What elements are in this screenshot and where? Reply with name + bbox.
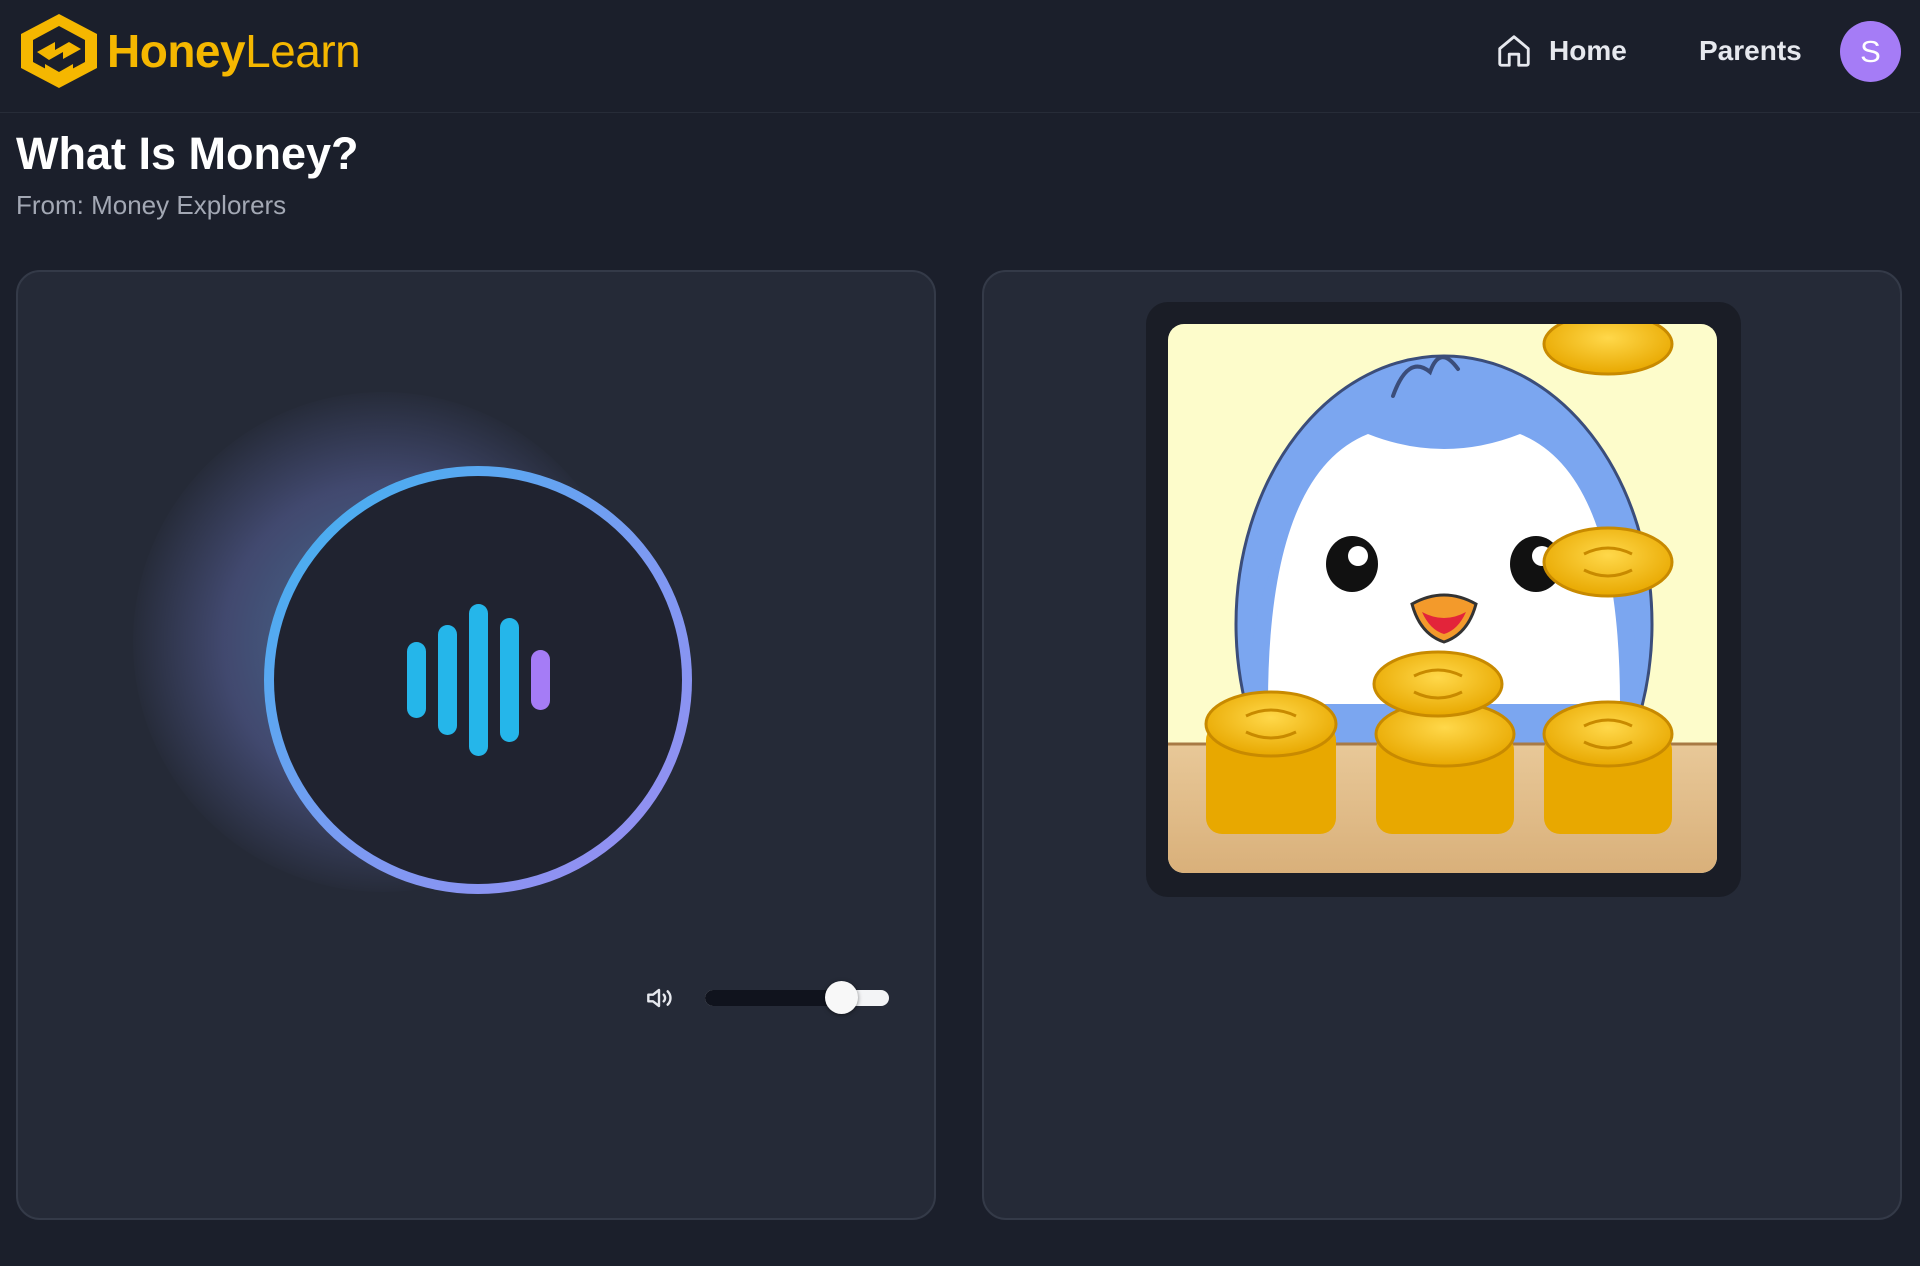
- illustration-frame: [1146, 302, 1741, 897]
- illustration-card: [982, 270, 1902, 1220]
- waveform-bar: [468, 604, 488, 756]
- play-audio-button[interactable]: [264, 466, 692, 894]
- waveform-bar: [530, 650, 550, 710]
- volume-slider-fill: [705, 990, 842, 1006]
- speaker-icon[interactable]: [643, 982, 675, 1014]
- waveform-bar: [437, 625, 457, 735]
- play-button-inner: [274, 476, 682, 884]
- volume-slider[interactable]: [705, 981, 889, 1014]
- volume-control: [643, 981, 889, 1014]
- user-avatar[interactable]: S: [1840, 21, 1901, 82]
- audio-player-card: [16, 270, 936, 1220]
- page-subtitle: From: Money Explorers: [16, 190, 287, 220]
- logo-text-learn: Learn: [245, 25, 361, 77]
- logo-text-honey: Honey: [107, 25, 246, 77]
- house-icon: [1498, 35, 1530, 67]
- waveform-bar: [406, 642, 426, 718]
- nav-home-label: Home: [1549, 35, 1627, 66]
- nav-parents-label: Parents: [1699, 35, 1802, 66]
- audio-waveform-icon: [406, 604, 550, 756]
- logo-wordmark: HoneyLearn: [107, 25, 361, 77]
- top-navigation-bar: HoneyLearn Home Parents S: [0, 0, 1920, 113]
- waveform-bar: [499, 618, 519, 742]
- nav-parents-link[interactable]: Parents: [1699, 0, 1802, 102]
- penguin-with-coins-illustration: [1168, 324, 1717, 873]
- volume-slider-thumb[interactable]: [825, 981, 859, 1014]
- nav-home-link[interactable]: Home: [1495, 0, 1627, 102]
- honeylearn-logo[interactable]: HoneyLearn: [15, 12, 361, 90]
- page-title: What Is Money?: [16, 128, 359, 179]
- honeycomb-logo-icon: [21, 14, 97, 88]
